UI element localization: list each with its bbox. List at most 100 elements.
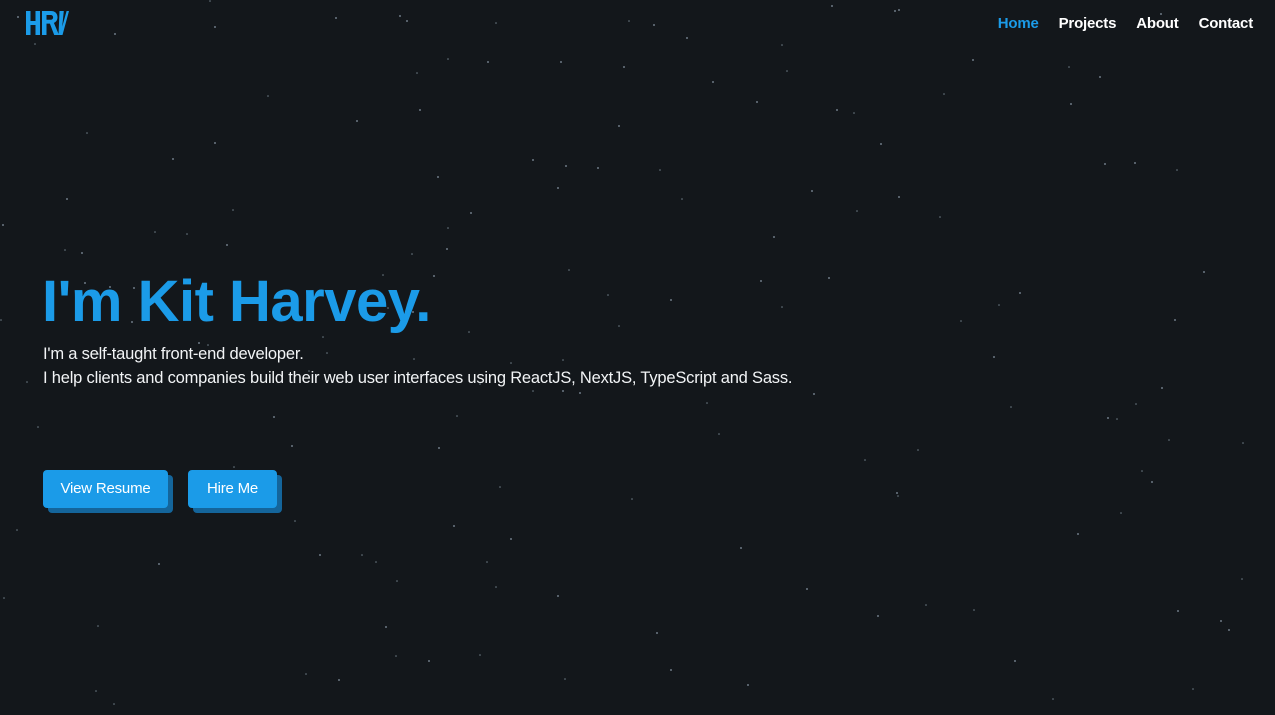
star-dot [756, 101, 758, 103]
star-dot [1203, 271, 1205, 273]
star-dot [1168, 439, 1170, 441]
page: Home Projects About Contact I'm Kit Harv… [0, 0, 1275, 715]
star-dot [114, 33, 116, 35]
star-dot [16, 529, 18, 531]
hire-me-button[interactable]: Hire Me [188, 470, 277, 508]
nav-contact-link[interactable]: Contact [1199, 14, 1254, 34]
star-dot [291, 445, 293, 447]
star-dot [64, 249, 66, 251]
star-dot [487, 61, 489, 63]
star-dot [618, 325, 620, 327]
star-dot [828, 277, 830, 279]
star-dot [631, 498, 633, 500]
star-dot [597, 167, 599, 169]
star-dot [1176, 169, 1178, 171]
star-dot [653, 24, 655, 26]
star-dot [623, 66, 625, 68]
star-dot [453, 525, 455, 527]
star-dot [831, 5, 833, 7]
star-dot [806, 588, 808, 590]
star-dot [495, 22, 497, 24]
star-dot [1177, 610, 1179, 612]
star-dot [1014, 660, 1016, 662]
star-dot [226, 244, 228, 246]
star-dot [1010, 406, 1012, 408]
star-dot [375, 561, 377, 563]
star-dot [95, 690, 97, 692]
star-dot [896, 492, 898, 494]
star-dot [864, 459, 866, 461]
star-dot [113, 703, 115, 705]
star-dot [568, 269, 570, 271]
star-dot [232, 209, 234, 211]
star-dot [898, 196, 900, 198]
star-dot [319, 554, 321, 556]
star-dot [607, 294, 609, 296]
star-dot [411, 253, 413, 255]
nav-home-link[interactable]: Home [998, 14, 1039, 34]
star-dot [97, 625, 99, 627]
star-dot [562, 390, 564, 392]
star-dot [468, 331, 470, 333]
star-dot [438, 447, 440, 449]
star-dot [781, 306, 783, 308]
star-dot [395, 655, 397, 657]
star-dot [396, 580, 398, 582]
star-dot [659, 169, 661, 171]
star-dot [356, 120, 358, 122]
star-dot [712, 81, 714, 83]
star-dot [34, 43, 36, 45]
star-dot [1151, 481, 1153, 483]
star-dot [399, 15, 401, 17]
star-dot [1134, 162, 1136, 164]
star-dot [532, 159, 534, 161]
star-dot [305, 673, 307, 675]
star-dot [1077, 533, 1079, 535]
star-dot [894, 10, 896, 12]
star-dot [158, 563, 160, 565]
star-dot [706, 402, 708, 404]
star-dot [1068, 66, 1070, 68]
star-dot [209, 0, 211, 2]
star-dot [86, 132, 88, 134]
star-dot [335, 17, 337, 19]
star-dot [433, 275, 435, 277]
star-dot [154, 231, 156, 233]
star-dot [628, 20, 630, 22]
star-dot [897, 495, 899, 497]
star-dot [214, 142, 216, 144]
view-resume-button[interactable]: View Resume [43, 470, 168, 508]
star-dot [898, 9, 900, 11]
hero-description: I'm a self-taught front-end developer. I… [43, 342, 792, 390]
star-dot [564, 678, 566, 680]
star-dot [470, 212, 472, 214]
star-dot [939, 216, 941, 218]
star-dot [565, 165, 567, 167]
star-dot [557, 187, 559, 189]
star-dot [856, 210, 858, 212]
star-dot [718, 433, 720, 435]
star-dot [740, 547, 742, 549]
logo-icon[interactable] [24, 9, 70, 37]
star-dot [1070, 103, 1072, 105]
nav-projects-link[interactable]: Projects [1059, 14, 1117, 34]
star-dot [579, 392, 581, 394]
star-dot [233, 466, 235, 468]
star-dot [813, 393, 815, 395]
star-dot [747, 684, 749, 686]
star-dot [877, 615, 879, 617]
nav-about-link[interactable]: About [1136, 14, 1179, 34]
star-dot [760, 280, 762, 282]
star-dot [0, 319, 2, 321]
star-dot [486, 561, 488, 563]
star-dot [406, 20, 408, 22]
star-dot [1228, 629, 1230, 631]
star-dot [385, 626, 387, 628]
star-dot [495, 586, 497, 588]
star-dot [26, 381, 28, 383]
star-dot [172, 158, 174, 160]
star-dot [1107, 417, 1109, 419]
hero-line-2: I help clients and companies build their… [43, 369, 793, 387]
star-dot [532, 390, 534, 392]
star-dot [925, 604, 927, 606]
